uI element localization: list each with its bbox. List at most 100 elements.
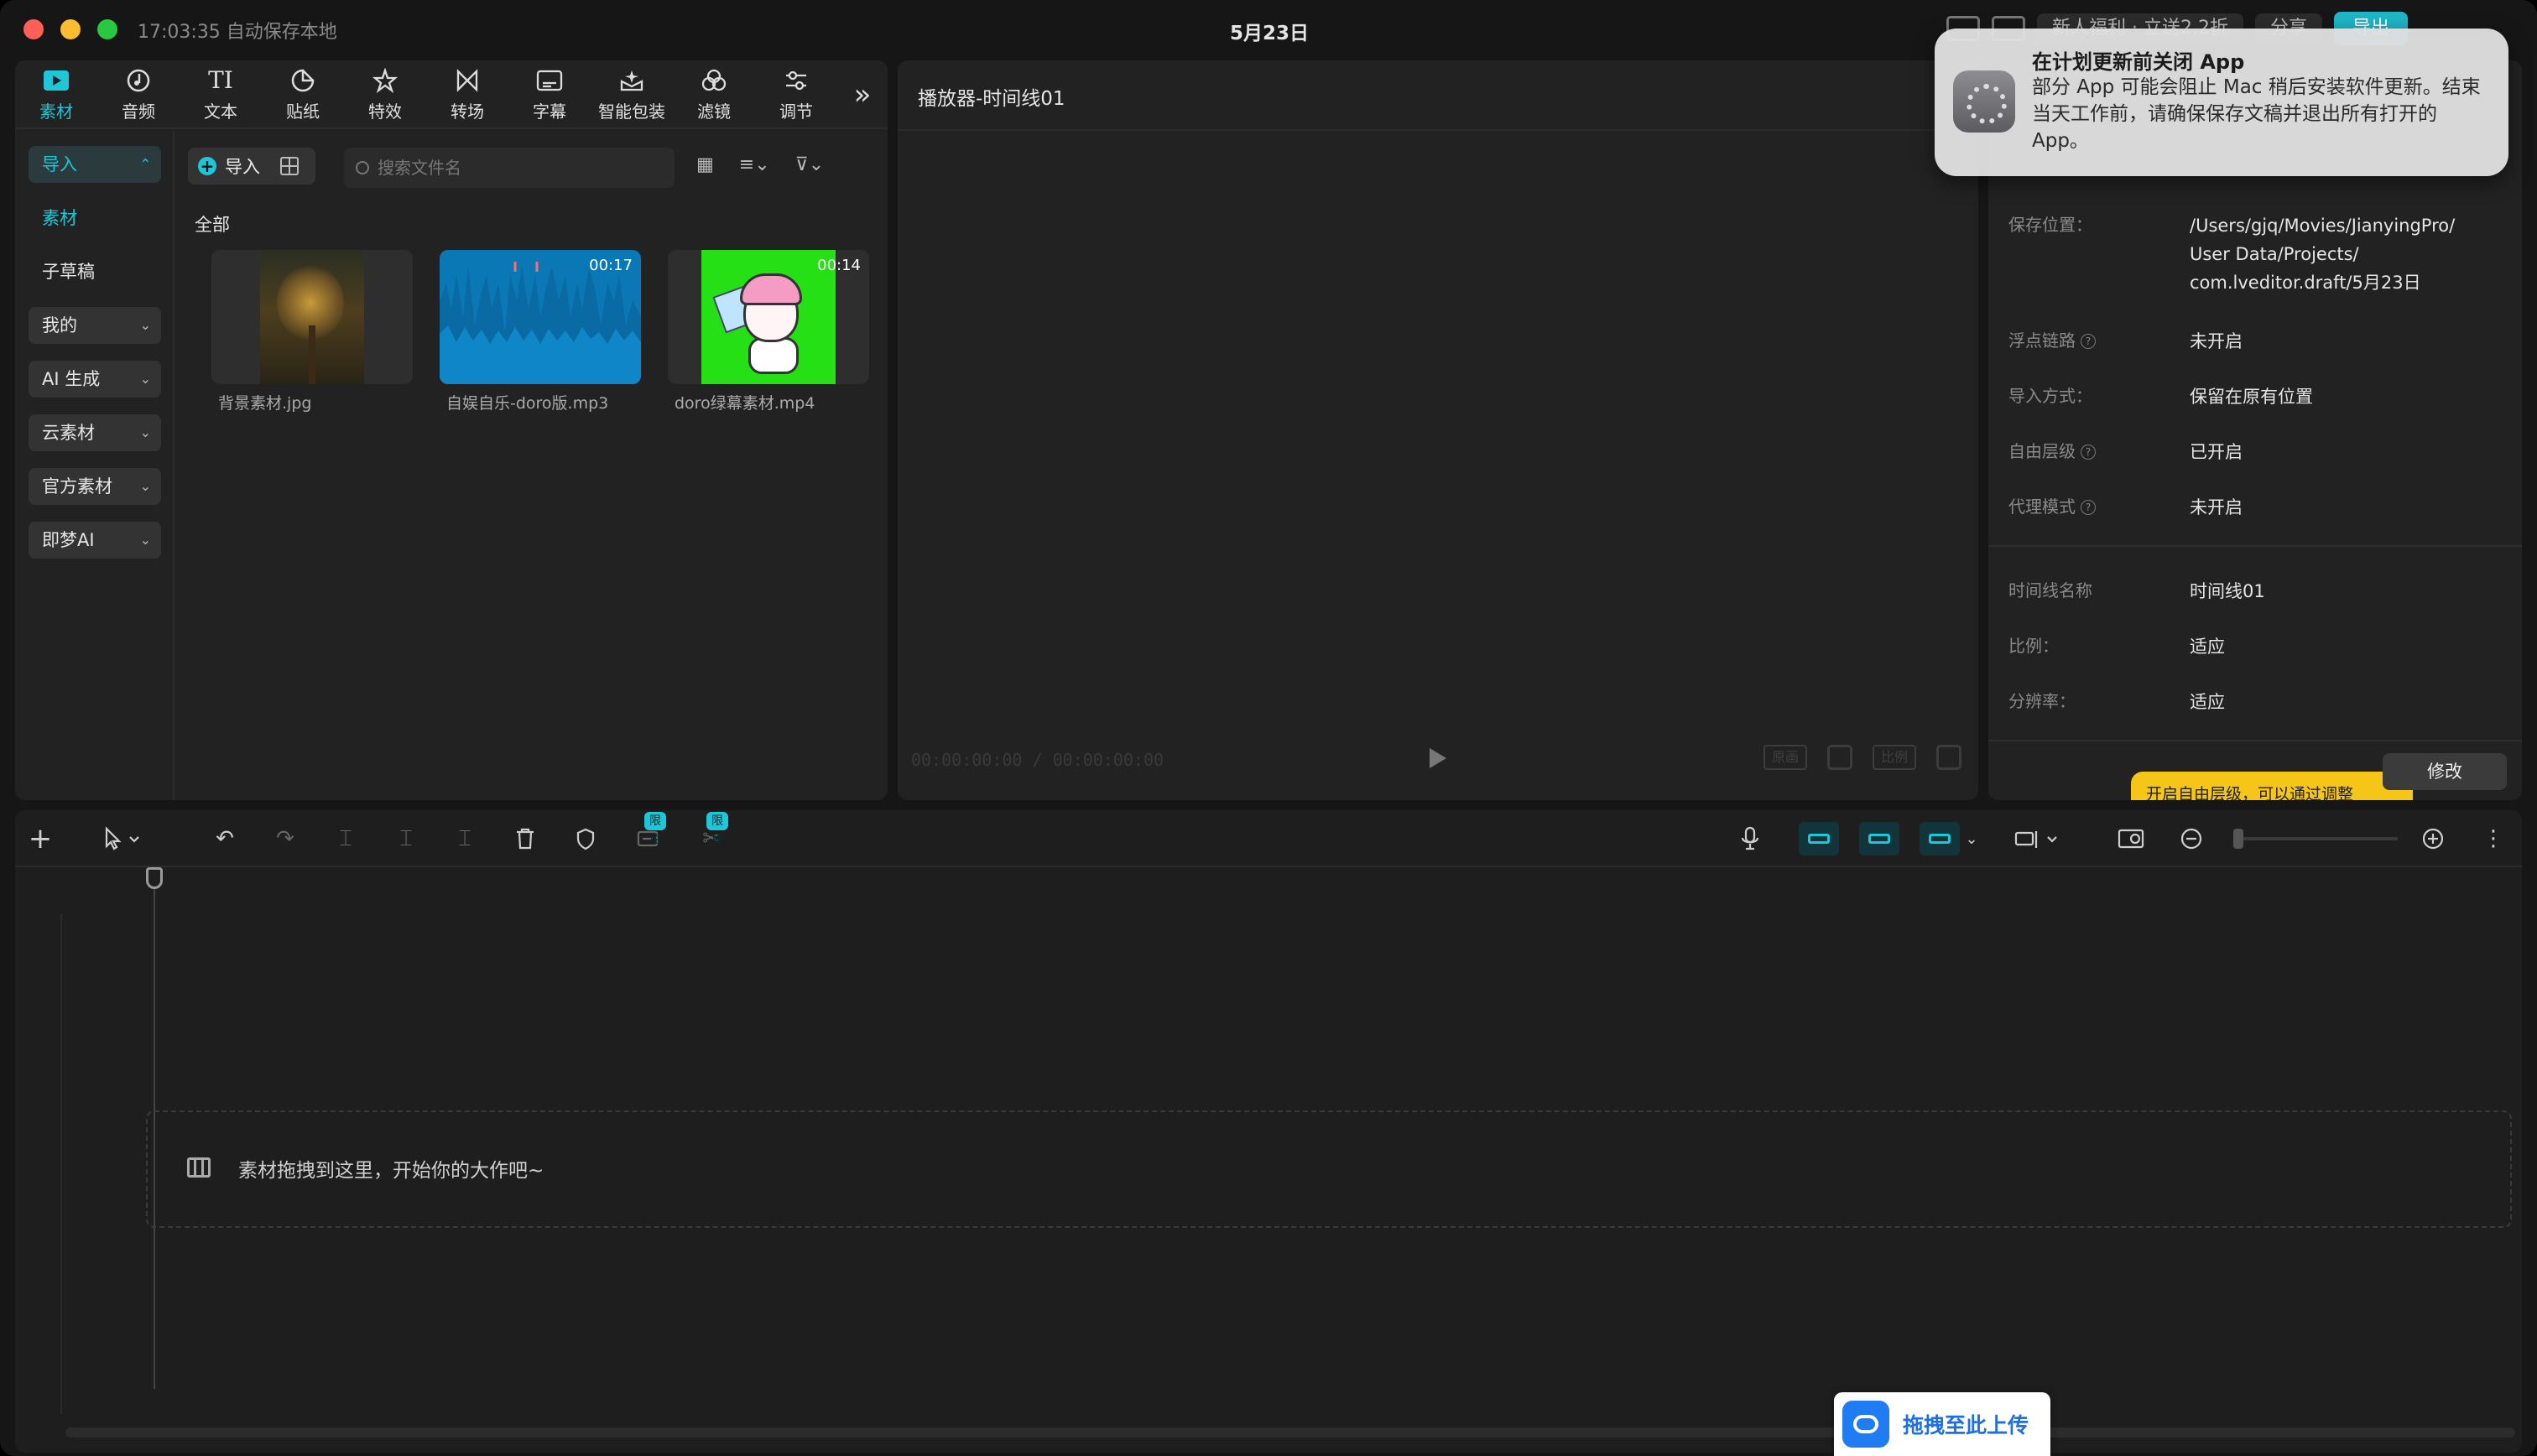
prop-value: 适应 [2190,637,2225,657]
sidebar-item-label: 导入 [42,154,77,174]
tab-sticker[interactable]: 贴纸 [262,60,344,129]
snap-icon[interactable] [1859,822,1899,855]
section-label-all: 全部 [195,215,230,235]
app-window: 17:03:35 自动保存本地 5月23日 新人福利 · 立送2.2折 分享 导… [0,0,2537,1456]
media-item[interactable]: 00:14 doro绿幕素材.mp4 [668,250,869,413]
select-tool-icon[interactable] [97,825,148,852]
cloud-drive-icon [1842,1401,1889,1448]
undo-icon[interactable]: ↶ [211,825,238,852]
sidebar-item-official[interactable]: 官方素材 ⌄ [29,468,161,505]
ratio-button[interactable]: 比例 [1872,745,1916,770]
split-icon[interactable]: ⌶ [332,825,359,852]
zoom-slider-handle[interactable] [2233,829,2243,849]
redo-icon[interactable]: ↷ [272,825,299,852]
play-icon[interactable] [1430,748,1446,768]
tab-filter[interactable]: 滤镜 [673,60,755,129]
prop-value: /Users/gjq/Movies/JianyingPro/ User Data… [2190,216,2456,293]
minimize-window-button[interactable] [60,19,81,39]
auto-caption-icon[interactable]: 限免 [633,812,666,852]
tab-media[interactable]: 素材 [15,60,97,129]
sidebar-item-ai-generate[interactable]: AI 生成 ⌄ [29,361,161,398]
more-options-icon[interactable]: ⋮ [2482,825,2504,852]
prop-key-text: 代理模式 [2008,497,2076,517]
prop-value: 已开启 [2190,442,2243,462]
playhead-handle[interactable] [146,867,163,889]
more-tabs-icon[interactable]: » [837,60,888,129]
timeline-panel: + ↶ ↷ ⌶ ⌶ ⌶ 限免 ✂ 限免 [15,810,2522,1453]
chevron-down-icon: ⌄ [139,532,151,548]
zoom-out-icon[interactable] [2178,825,2205,852]
thumbnail-toggle-icon[interactable] [2114,825,2148,852]
prop-key: 分辨率： [2008,691,2076,711]
zoom-window-button[interactable] [97,19,117,39]
sidebar-item-sub-draft[interactable]: 子草稿 [29,253,161,290]
tab-adjust[interactable]: 调节 [755,60,837,129]
zoom-in-icon[interactable] [2420,825,2446,852]
fullscreen-icon[interactable] [1936,745,1961,770]
media-sidebar: 导入 ⌃ 素材 子草稿 我的 ⌄ AI 生成 ⌄ 云素材 ⌄ 官方素材 ⌄ 即梦… [15,131,175,800]
sidebar-item-media[interactable]: 素材 [29,200,161,237]
split-right-icon[interactable]: ⌶ [451,825,478,852]
cloud-upload-drop[interactable]: 拖拽至此上传 [1834,1392,2050,1456]
media-item[interactable]: 00:17 自娱自乐-doro版.mp3 [440,250,641,413]
chevron-down-icon[interactable]: ⌄ [1961,825,1982,852]
sidebar-item-import[interactable]: 导入 ⌃ [29,146,161,183]
prop-key: 自由层级? [2008,438,2096,462]
media-thumbnail: 00:14 [668,250,869,384]
audio-icon [124,68,153,93]
prop-key: 保存位置： [2008,215,2092,235]
screenshot-icon[interactable] [1826,745,1852,770]
night-street-image [260,250,364,384]
duration-label: 00:17 [589,257,633,274]
prop-key: 代理模式? [2008,493,2096,517]
grid-icon[interactable] [280,157,299,175]
sort-icon[interactable]: ≡⌄ [739,154,770,175]
sidebar-item-label: AI 生成 [42,369,101,389]
microphone-icon[interactable] [1733,825,1767,852]
delete-icon[interactable] [512,825,539,852]
original-quality-button[interactable]: 原画 [1763,745,1807,770]
media-thumbnail: 00:17 [440,250,641,384]
tab-label: 滤镜 [697,101,731,122]
sidebar-item-jimeng[interactable]: 即梦AI ⌄ [29,522,161,559]
modify-button[interactable]: 修改 [2383,753,2507,790]
duration-label: 00:14 [817,257,861,274]
view-tools: ▦ ≡⌄ ⊽⌄ [696,154,824,175]
zoom-slider-track[interactable] [2240,837,2398,840]
tab-effects[interactable]: 特效 [344,60,426,129]
import-button[interactable]: + 导入 [188,148,315,185]
search-icon [356,161,369,174]
sidebar-item-mine[interactable]: 我的 ⌄ [29,307,161,344]
tab-transition[interactable]: 转场 [426,60,508,129]
plus-icon: + [198,157,216,175]
search-input[interactable] [378,158,663,178]
tab-caption[interactable]: 字幕 [508,60,591,129]
tab-smart-pack[interactable]: 智能包装 [591,60,673,129]
system-notification[interactable]: 在计划更新前关闭 App 部分 App 可能会阻止 Mac 稍后安装软件更新。结… [1935,29,2508,176]
split-left-icon[interactable]: ⌶ [393,825,419,852]
linkage-icon[interactable] [1920,822,1960,855]
help-icon[interactable]: ? [2081,445,2096,460]
upload-label: 拖拽至此上传 [1903,1413,2029,1438]
main-track-magnet-icon[interactable] [1799,822,1839,855]
media-item[interactable]: 背景素材.jpg [211,250,413,413]
chevron-down-icon: ⌄ [139,478,151,494]
sidebar-item-cloud[interactable]: 云素材 ⌄ [29,414,161,451]
prop-key: 导入方式： [2008,386,2092,406]
add-track-icon[interactable]: + [27,822,54,855]
sidebar-item-label: 官方素材 [42,476,112,497]
tab-audio[interactable]: 音频 [97,60,180,129]
scissors-icon[interactable]: ✂ 限免 [695,812,728,852]
close-window-button[interactable] [23,19,44,39]
player-tools: 原画 比例 [1763,745,1961,770]
tab-text[interactable]: TI 文本 [180,60,262,129]
tab-label: 文本 [204,101,237,122]
filter-sort-icon[interactable]: ⊽⌄ [795,154,825,175]
view-mode-icon[interactable]: ▦ [696,154,714,175]
timeline-scrollbar[interactable] [65,1427,2515,1438]
preview-axis-icon[interactable] [2008,825,2067,852]
shield-icon[interactable] [572,825,599,852]
divider [1988,545,2522,547]
help-icon[interactable]: ? [2081,334,2096,349]
help-icon[interactable]: ? [2081,500,2096,515]
